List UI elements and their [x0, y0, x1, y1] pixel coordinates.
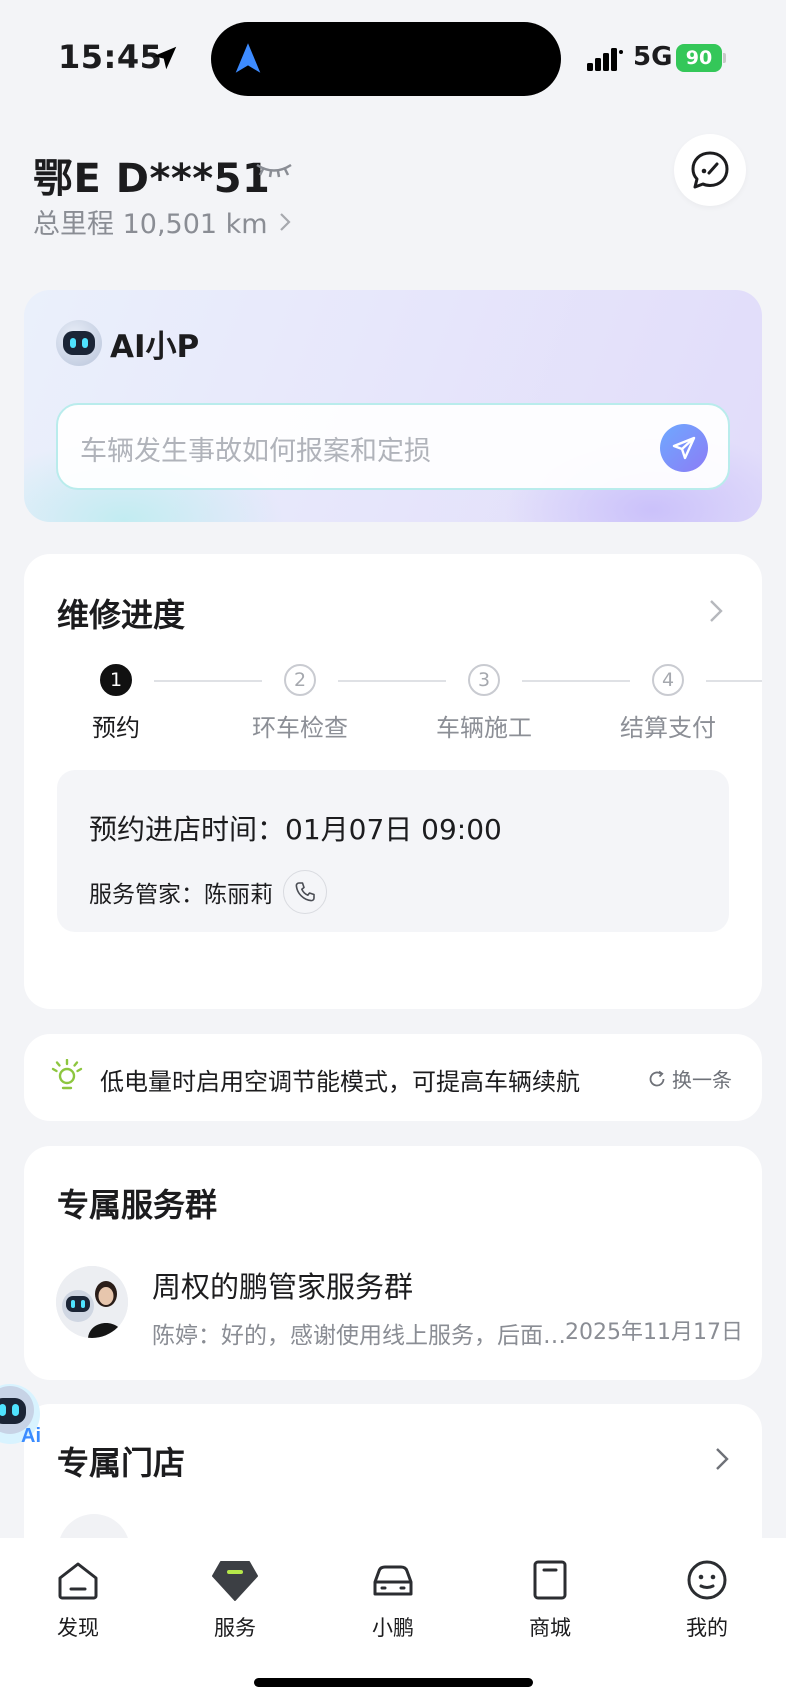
send-button[interactable] — [660, 424, 708, 472]
step-label: 环车检查 — [252, 714, 348, 742]
total-mileage[interactable]: 总里程 10,501 km — [33, 202, 292, 241]
ai-input-placeholder: 车辆发生事故如何报案和定损 — [80, 436, 431, 467]
ai-question-input[interactable]: 车辆发生事故如何报案和定损 — [56, 403, 730, 490]
floating-ai-button[interactable]: Ai — [0, 1364, 60, 1447]
tab-xpeng[interactable]: 小鹏 — [343, 1556, 443, 1642]
car-icon — [373, 1565, 413, 1596]
step-label: 结算支付 — [620, 714, 716, 742]
mall-icon — [533, 1560, 567, 1600]
step-number: 1 — [100, 664, 132, 696]
repair-progress-card[interactable]: 维修进度 1 预约 2 环车检查 3 车辆施工 4 结算支付 预约进店时间：01… — [24, 554, 762, 1009]
service-group-card[interactable]: 专属服务群 周权的鹏管家服务群 陈婷：好的，感谢使用线上服务，后面有其... 2… — [24, 1146, 762, 1380]
refresh-label: 换一条 — [672, 1068, 732, 1092]
tab-label: 发现 — [57, 1616, 99, 1640]
ai-title: AI小P — [110, 328, 200, 365]
dynamic-island — [211, 22, 561, 96]
tab-mall[interactable]: 商城 — [500, 1556, 600, 1642]
refresh-tip-button[interactable]: 换一条 — [647, 1064, 732, 1093]
step-number: 3 — [468, 664, 500, 696]
chevron-right-icon — [716, 1448, 729, 1470]
store-section-title: 专属门店 — [57, 1444, 186, 1482]
group-name: 周权的鹏管家服务群 — [152, 1270, 414, 1304]
tab-profile[interactable]: 我的 — [657, 1556, 757, 1642]
battery-tip — [723, 53, 726, 63]
tab-label: 小鹏 — [372, 1616, 414, 1640]
ai-robot-icon: Ai — [0, 1384, 41, 1447]
lightbulb-icon — [51, 1059, 83, 1090]
tip-text: 低电量时启用空调节能模式，可提高车辆续航 — [100, 1068, 580, 1096]
step-number: 4 — [652, 664, 684, 696]
license-plate: 鄂E D***51 — [33, 156, 271, 202]
call-advisor-button[interactable] — [283, 870, 327, 914]
ai-robot-icon — [56, 320, 102, 366]
location-arrow-icon — [153, 46, 177, 70]
send-icon — [672, 436, 696, 460]
group-message-date: 2025年11月17日 — [565, 1320, 743, 1345]
service-icon — [212, 1561, 258, 1601]
battery-icon: 90 — [676, 44, 726, 72]
tab-label: 商城 — [529, 1616, 571, 1640]
step-construction: 3 车辆施工 — [419, 664, 549, 743]
home-indicator — [254, 1678, 533, 1687]
ai-header: AI小P — [56, 320, 199, 366]
status-time: 15:45 — [58, 38, 163, 76]
status-bar: 15:45 5G 90 — [0, 0, 786, 110]
step-number: 2 — [284, 664, 316, 696]
chevron-right-icon — [279, 212, 291, 231]
ai-assistant-card: AI小P 车辆发生事故如何报案和定损 — [24, 290, 762, 522]
svg-text:Ai: Ai — [21, 1425, 41, 1444]
step-label: 车辆施工 — [436, 714, 532, 742]
tab-label: 我的 — [686, 1616, 728, 1640]
step-label: 预约 — [92, 714, 140, 742]
step-reservation: 1 预约 — [51, 664, 181, 743]
tab-label: 服务 — [214, 1616, 256, 1640]
message-button[interactable] — [674, 134, 746, 206]
repair-title: 维修进度 — [57, 596, 186, 634]
repair-steps: 1 预约 2 环车检查 3 车辆施工 4 结算支付 — [24, 664, 762, 764]
appointment-time: 预约进店时间：01月07日 09:00 — [89, 813, 502, 846]
phone-icon — [295, 882, 315, 902]
tab-discover[interactable]: 发现 — [28, 1556, 128, 1642]
refresh-icon — [649, 1070, 665, 1086]
step-inspection: 2 环车检查 — [235, 664, 365, 743]
advisor-name: 服务管家：陈丽莉 — [89, 882, 273, 908]
tip-card: 低电量时启用空调节能模式，可提高车辆续航 换一条 — [24, 1034, 762, 1121]
chevron-right-icon — [710, 600, 723, 622]
navigation-arrow-icon — [235, 43, 261, 73]
profile-icon — [687, 1560, 727, 1600]
discover-icon — [58, 1562, 98, 1600]
network-type: 5G — [633, 42, 673, 72]
signal-icon — [587, 48, 623, 71]
eye-closed-icon[interactable] — [254, 158, 294, 184]
group-last-message: 陈婷：好的，感谢使用线上服务，后面有其... — [152, 1323, 572, 1349]
tab-service[interactable]: 服务 — [185, 1556, 285, 1642]
service-advisor: 服务管家：陈丽莉 — [89, 870, 327, 914]
mileage-text: 总里程 10,501 km — [33, 209, 268, 240]
group-section-title: 专属服务群 — [57, 1186, 218, 1224]
step-payment: 4 结算支付 — [603, 664, 733, 743]
group-avatar — [56, 1266, 128, 1338]
chat-bubble-icon — [691, 151, 729, 189]
appointment-info: 预约进店时间：01月07日 09:00 服务管家：陈丽莉 — [57, 770, 729, 932]
battery-level: 90 — [676, 44, 722, 72]
